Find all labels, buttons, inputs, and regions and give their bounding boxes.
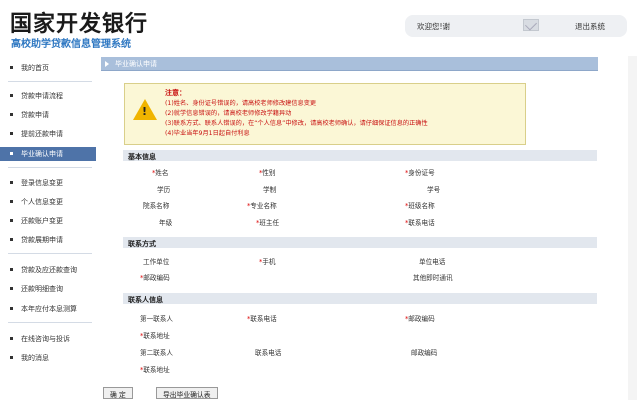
sidebar-item-label: 还款账户变更 <box>21 217 63 225</box>
notice-line: (4)毕业当年9月1日起自付利息 <box>165 130 250 137</box>
field-contact2-postcode-label: 邮政编码 <box>411 349 438 357</box>
bullet-icon <box>10 238 13 241</box>
sidebar-item-loan-query[interactable]: 贷款及应还款查询 <box>0 263 96 277</box>
field-employer-label: 工作单位 <box>143 258 170 266</box>
sidebar-item-label: 在线咨询与投诉 <box>21 335 70 343</box>
sidebar-item-label: 贷款展期申请 <box>21 236 63 244</box>
section-title: 联系方式 <box>128 240 156 248</box>
header: 国家开发银行 高校助学贷款信息管理系统 欢迎您!谢 退出系统 <box>0 0 637 55</box>
welcome-text: 欢迎您!谢 <box>417 22 451 31</box>
field-gender-label: *性别 <box>259 169 276 177</box>
bullet-icon <box>10 66 13 69</box>
bullet-icon <box>10 268 13 271</box>
field-contact2-label: 第二联系人 <box>140 349 173 357</box>
section-title: 基本信息 <box>128 153 156 161</box>
field-department-label: 院系名称 <box>143 202 170 210</box>
bullet-icon <box>10 307 13 310</box>
field-student-no-label: 学号 <box>427 186 441 194</box>
sidebar-item-home[interactable]: 我的首页 <box>0 61 96 75</box>
sidebar-item-label: 还款明细查询 <box>21 285 63 293</box>
sidebar-item-graduation-confirm[interactable]: 毕业确认申请 <box>0 147 96 161</box>
field-contact1-phone-label: *联系电话 <box>247 315 277 323</box>
sidebar-item-label: 我的消息 <box>21 354 49 362</box>
field-postcode-label: *邮政编码 <box>140 274 170 282</box>
sidebar-item-early-repay[interactable]: 提前还款申请 <box>0 127 96 141</box>
sidebar-item-label: 毕业确认申请 <box>21 150 63 158</box>
sidebar-item-label: 提前还款申请 <box>21 130 63 138</box>
sidebar-item-label: 贷款申请流程 <box>21 92 63 100</box>
field-education-label: 学历 <box>157 186 171 194</box>
sidebar-item-login-change[interactable]: 登录信息变更 <box>0 176 96 190</box>
section-basic-info: 基本信息 <box>123 150 597 161</box>
sidebar-item-label: 本年应付本息测算 <box>21 305 77 313</box>
sidebar-item-label: 贷款及应还款查询 <box>21 266 77 274</box>
logout-link[interactable]: 退出系统 <box>575 21 605 32</box>
notice-line: (2)就学信息错误的，请高校老师修改学籍异动 <box>165 110 292 117</box>
bullet-icon <box>10 132 13 135</box>
field-major-label: *专业名称 <box>247 202 277 210</box>
field-contact2-phone-label: 联系电话 <box>255 349 282 357</box>
notice-line: (3)联系方式、联系人错误的，在“个人信息”中修改，请高校老师确认，请仔细保证信… <box>165 120 428 127</box>
divider <box>8 253 92 254</box>
field-advisor-label: *班主任 <box>256 219 280 227</box>
field-office-phone-label: 单位电话 <box>419 258 446 266</box>
sidebar-item-messages[interactable]: 我的消息 <box>0 351 96 365</box>
field-im-label: 其他即时通讯 <box>413 274 453 282</box>
field-name-label: *姓名 <box>152 169 169 177</box>
sidebar-nav: 我的首页 贷款申请流程 贷款申请 提前还款申请 毕业确认申请 登录信息变更 个人… <box>0 56 96 400</box>
mail-icon[interactable] <box>523 19 539 31</box>
sidebar-item-interest-calc[interactable]: 本年应付本息测算 <box>0 302 96 316</box>
bank-logo-title: 国家开发银行 <box>10 11 149 37</box>
bullet-icon <box>10 287 13 290</box>
bullet-icon <box>10 181 13 184</box>
sidebar-item-label: 登录信息变更 <box>21 179 63 187</box>
bullet-icon <box>10 200 13 203</box>
section-contact: 联系方式 <box>123 237 597 248</box>
bullet-icon <box>10 356 13 359</box>
field-contact2-address-label: *联系地址 <box>140 366 170 374</box>
field-duration-label: 学制 <box>263 186 277 194</box>
divider <box>8 322 92 323</box>
field-grade-label: 年级 <box>159 219 173 227</box>
sidebar-item-loan-apply[interactable]: 贷款申请 <box>0 108 96 122</box>
page-title: 毕业确认申请 <box>115 60 157 68</box>
arrow-icon <box>105 61 109 67</box>
field-contact1-label: 第一联系人 <box>140 315 173 323</box>
sidebar-item-label: 我的首页 <box>21 64 49 72</box>
divider <box>8 81 92 82</box>
field-mobile-label: *手机 <box>259 258 276 266</box>
section-contact-person: 联系人信息 <box>123 293 597 304</box>
sidebar-item-label: 贷款申请 <box>21 111 49 119</box>
bullet-icon <box>10 219 13 222</box>
bullet-icon <box>10 113 13 116</box>
bullet-icon <box>10 94 13 97</box>
section-title: 联系人信息 <box>128 296 163 304</box>
sidebar-item-consult[interactable]: 在线咨询与投诉 <box>0 332 96 346</box>
field-contact1-address-label: *联系地址 <box>140 332 170 340</box>
notice-box: ! 注意： (1)姓名、身份证号错误的，请高校老师修改建信息变更 (2)就学信息… <box>124 83 526 145</box>
field-class-label: *班级名称 <box>405 202 435 210</box>
field-id-label: *身份证号 <box>405 169 435 177</box>
system-subtitle: 高校助学贷款信息管理系统 <box>11 39 131 50</box>
notice-line: (1)姓名、身份证号错误的，请高校老师修改建信息变更 <box>165 100 317 107</box>
scrollbar[interactable] <box>628 56 637 400</box>
sidebar-item-repay-detail[interactable]: 还款明细查询 <box>0 282 96 296</box>
sidebar-item-account-change[interactable]: 还款账户变更 <box>0 214 96 228</box>
main-content: 毕业确认申请 ! 注意： (1)姓名、身份证号错误的，请高校老师修改建信息变更 … <box>101 57 598 400</box>
confirm-button[interactable]: 确 定 <box>103 387 133 399</box>
field-contact1-postcode-label: *邮政编码 <box>405 315 435 323</box>
sidebar-item-profile-change[interactable]: 个人信息变更 <box>0 195 96 209</box>
warning-mark: ! <box>142 105 148 118</box>
user-bar: 欢迎您!谢 退出系统 <box>405 15 627 37</box>
divider <box>8 167 92 168</box>
sidebar-item-label: 个人信息变更 <box>21 198 63 206</box>
sidebar-item-loan-process[interactable]: 贷款申请流程 <box>0 89 96 103</box>
bullet-icon <box>10 337 13 340</box>
bullet-icon <box>10 152 13 155</box>
notice-title: 注意： <box>165 89 186 97</box>
page-title-bar: 毕业确认申请 <box>101 57 598 71</box>
export-button[interactable]: 导出毕业确认表 <box>156 387 218 399</box>
sidebar-item-loan-extension[interactable]: 贷款展期申请 <box>0 233 96 247</box>
field-phone-label: *联系电话 <box>405 219 435 227</box>
